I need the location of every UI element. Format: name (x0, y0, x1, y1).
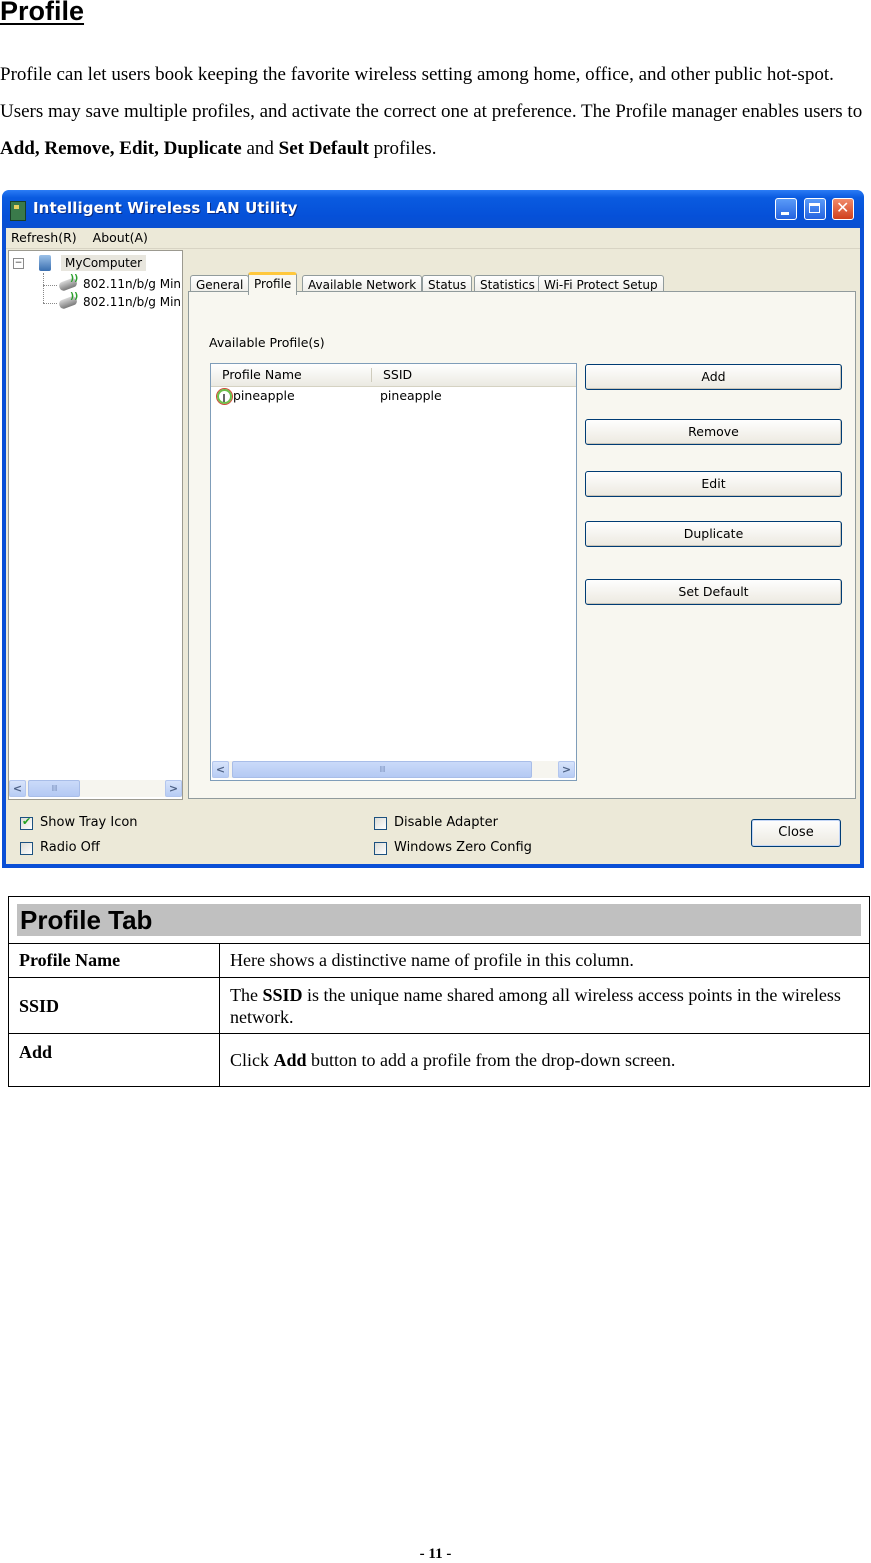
scroll-right-icon[interactable]: > (165, 780, 182, 797)
table-title: Profile Tab (17, 904, 861, 936)
checkbox-unchecked-icon[interactable] (374, 817, 387, 830)
checkbox-label: Windows Zero Config (394, 840, 532, 855)
menu-about[interactable]: About(A) (93, 230, 148, 245)
profile-name-cell: pineapple (233, 388, 295, 403)
tree-connector (43, 303, 57, 304)
add-button[interactable]: Add (585, 364, 842, 390)
list-item[interactable]: pineapple pineapple (211, 388, 576, 406)
text-run: and (241, 138, 279, 159)
window-client: Refresh(R) About(A) − MyComputer )) 802.… (6, 228, 860, 864)
menu-refresh[interactable]: Refresh(R) (11, 230, 77, 245)
section-heading: Profile (0, 0, 85, 26)
available-profiles-label: Available Profile(s) (209, 335, 325, 350)
scroll-right-icon[interactable]: > (558, 761, 575, 778)
text-run: Profile can let users book keeping the f… (0, 64, 863, 122)
profile-antenna-icon (217, 389, 232, 404)
checkbox-label: Radio Off (40, 840, 100, 855)
remove-button[interactable]: Remove (585, 419, 842, 445)
collapse-icon[interactable]: − (13, 258, 24, 269)
page-number: - 11 - (419, 1546, 452, 1562)
tree-connector (43, 273, 44, 303)
description-cell: Here shows a distinctive name of profile… (219, 943, 870, 978)
bottom-options: Show Tray Icon Radio Off Disable Adapter… (6, 803, 860, 864)
signal-icon: )) (70, 274, 79, 284)
checkbox-label: Disable Adapter (394, 815, 498, 830)
ssid-cell: pineapple (380, 388, 442, 403)
tree-horizontal-scrollbar[interactable]: < IIII > (9, 780, 182, 797)
checkbox-unchecked-icon[interactable] (20, 842, 33, 855)
bold-text: Add, Remove, Edit, Duplicate (0, 138, 242, 159)
title-bar[interactable]: Intelligent Wireless LAN Utility (2, 190, 864, 228)
tree-connector (43, 285, 57, 286)
app-icon (10, 201, 26, 221)
profile-tab-panel: Available Profile(s) Profile Name SSID p… (188, 291, 856, 799)
text-run: Click (230, 1049, 274, 1070)
term-cell: SSID (8, 977, 220, 1034)
text-run: Here shows a distinctive name of profile… (230, 950, 634, 970)
signal-icon: )) (70, 292, 79, 302)
scroll-left-icon[interactable]: < (212, 761, 229, 778)
profile-tab-table: Profile Tab Profile Name Here shows a di… (8, 896, 870, 1087)
scroll-thumb[interactable]: IIII (28, 780, 80, 797)
description-cell: The SSID is the unique name shared among… (219, 977, 870, 1034)
minimize-icon[interactable] (775, 198, 797, 220)
maximize-icon[interactable] (804, 198, 826, 220)
text-run: button to add a profile from the drop-do… (306, 1049, 676, 1070)
list-header: Profile Name SSID (211, 364, 576, 387)
window-title: Intelligent Wireless LAN Utility (33, 199, 298, 217)
tree-root-label[interactable]: MyComputer (61, 255, 147, 271)
close-icon[interactable] (832, 198, 854, 220)
text-run: The (230, 984, 263, 1005)
table-row: Profile Name Here shows a distinctive na… (8, 943, 870, 978)
table-row: Add Click Add button to add a profile fr… (8, 1033, 870, 1087)
bold-text: SSID (262, 984, 303, 1005)
duplicate-button[interactable]: Duplicate (585, 521, 842, 547)
description-cell: Click Add button to add a profile from t… (219, 1033, 870, 1087)
tree-item-label: 802.11n/b/g Min (83, 277, 182, 291)
text-run: profiles. (368, 138, 437, 159)
intro-paragraph: Profile can let users book keeping the f… (0, 56, 871, 167)
app-window: Intelligent Wireless LAN Utility Refresh… (2, 190, 864, 868)
column-separator[interactable] (371, 368, 372, 382)
bold-text: Set Default (278, 138, 369, 159)
tree-item-label: 802.11n/b/g Min (83, 295, 182, 309)
column-header-profile-name[interactable]: Profile Name (222, 367, 302, 382)
close-button[interactable]: Close (751, 819, 841, 847)
term-cell: Profile Name (8, 943, 220, 978)
menu-bar: Refresh(R) About(A) (6, 228, 860, 249)
checkbox-label: Show Tray Icon (40, 815, 138, 830)
profile-list[interactable]: Profile Name SSID pineapple pineapple < … (210, 363, 577, 781)
device-tree: − MyComputer )) 802.11n/b/g Min )) 802.1… (8, 250, 183, 800)
text-run: is the unique name shared among all wire… (230, 984, 841, 1027)
scroll-thumb[interactable]: IIII (232, 761, 532, 778)
edit-button[interactable]: Edit (585, 471, 842, 497)
computer-icon (39, 255, 51, 271)
bold-text: Add (273, 1049, 307, 1070)
checkbox-unchecked-icon[interactable] (374, 842, 387, 855)
term-cell: Add (8, 1033, 220, 1087)
set-default-button[interactable]: Set Default (585, 579, 842, 605)
table-row: SSID The SSID is the unique name shared … (8, 977, 870, 1034)
list-horizontal-scrollbar[interactable]: < IIII > (212, 761, 575, 778)
tab-profile[interactable]: Profile (248, 272, 298, 295)
scroll-left-icon[interactable]: < (9, 780, 26, 797)
column-header-ssid[interactable]: SSID (383, 367, 412, 382)
table-title-cell: Profile Tab (8, 896, 870, 944)
checkbox-checked-icon[interactable] (20, 815, 33, 830)
